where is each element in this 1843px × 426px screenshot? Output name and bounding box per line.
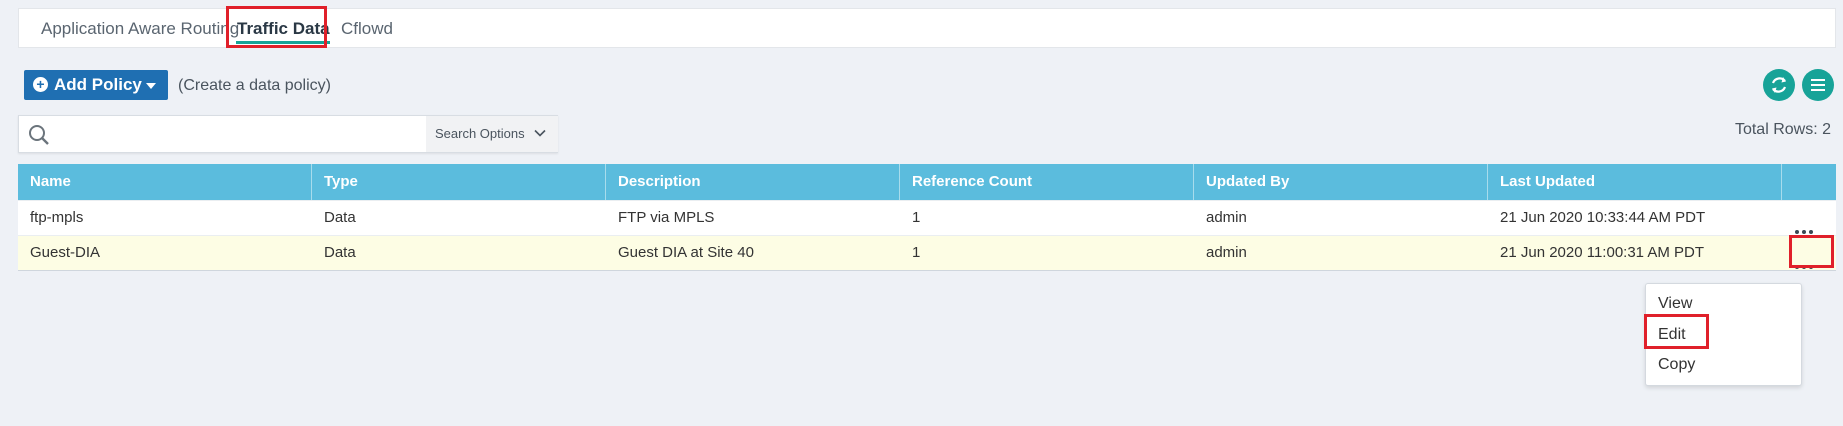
- cell-description: Guest DIA at Site 40: [618, 244, 754, 261]
- cell-updated-by: admin: [1206, 209, 1247, 226]
- search-options-label: Search Options: [435, 126, 525, 141]
- tab-bar: Application Aware Routing Traffic Data C…: [18, 8, 1836, 48]
- plus-circle-icon: +: [33, 76, 48, 92]
- cell-reference-count: 1: [912, 244, 921, 261]
- menu-item-view[interactable]: View: [1658, 295, 1692, 313]
- tab-cflowd[interactable]: Cflowd: [341, 9, 393, 49]
- search-options-dropdown[interactable]: Search Options: [426, 116, 558, 152]
- search-icon: [29, 125, 49, 145]
- total-rows-count: Total Rows: 2: [1734, 121, 1831, 138]
- cell-actions: [1782, 236, 1836, 271]
- column-header-type[interactable]: Type: [312, 164, 606, 200]
- cell-type: Data: [324, 244, 356, 261]
- caret-down-icon: [146, 83, 156, 89]
- table-header: Name Type Description Reference Count Up…: [18, 164, 1836, 200]
- add-policy-button[interactable]: + Add Policy: [24, 70, 168, 100]
- tab-traffic-data-label: Traffic Data: [237, 19, 330, 38]
- cell-reference-count: 1: [912, 209, 921, 226]
- cell-actions: [1782, 201, 1836, 236]
- table-row[interactable]: Guest-DIA Data Guest DIA at Site 40 1 ad…: [18, 235, 1836, 270]
- add-policy-hint: (Create a data policy): [178, 77, 331, 94]
- menu-item-edit[interactable]: Edit: [1658, 326, 1686, 344]
- cell-last-updated: 21 Jun 2020 11:00:31 AM PDT: [1500, 244, 1705, 261]
- active-tab-indicator: [236, 41, 330, 44]
- chevron-down-icon: [534, 129, 546, 137]
- cell-last-updated: 21 Jun 2020 10:33:44 AM PDT: [1500, 209, 1706, 226]
- row-actions-menu: View Edit Copy: [1645, 283, 1802, 386]
- cell-description: FTP via MPLS: [618, 209, 715, 226]
- column-header-reference-count[interactable]: Reference Count: [900, 164, 1194, 200]
- column-header-last-updated[interactable]: Last Updated: [1488, 164, 1782, 200]
- cell-type: Data: [324, 209, 356, 226]
- refresh-button[interactable]: [1763, 69, 1795, 101]
- table-row[interactable]: ftp-mpls Data FTP via MPLS 1 admin 21 Ju…: [18, 200, 1836, 235]
- tab-application-aware-routing[interactable]: Application Aware Routing: [41, 9, 239, 49]
- refresh-icon: [1771, 77, 1787, 93]
- hamburger-menu-icon: [1811, 79, 1825, 91]
- more-options-icon[interactable]: [1795, 252, 1816, 286]
- column-header-actions: [1782, 164, 1836, 200]
- menu-item-copy[interactable]: Copy: [1658, 356, 1695, 374]
- cell-name: Guest-DIA: [30, 244, 101, 261]
- cell-name: ftp-mpls: [30, 209, 84, 226]
- add-policy-label: Add Policy: [54, 75, 142, 94]
- search-input[interactable]: [59, 120, 439, 148]
- column-header-name[interactable]: Name: [18, 164, 312, 200]
- cell-updated-by: admin: [1206, 244, 1247, 261]
- column-header-updated-by[interactable]: Updated By: [1194, 164, 1488, 200]
- menu-button[interactable]: [1802, 69, 1834, 101]
- policy-table: Name Type Description Reference Count Up…: [18, 164, 1836, 271]
- column-header-description[interactable]: Description: [606, 164, 900, 200]
- search-bar: Search Options: [18, 115, 558, 153]
